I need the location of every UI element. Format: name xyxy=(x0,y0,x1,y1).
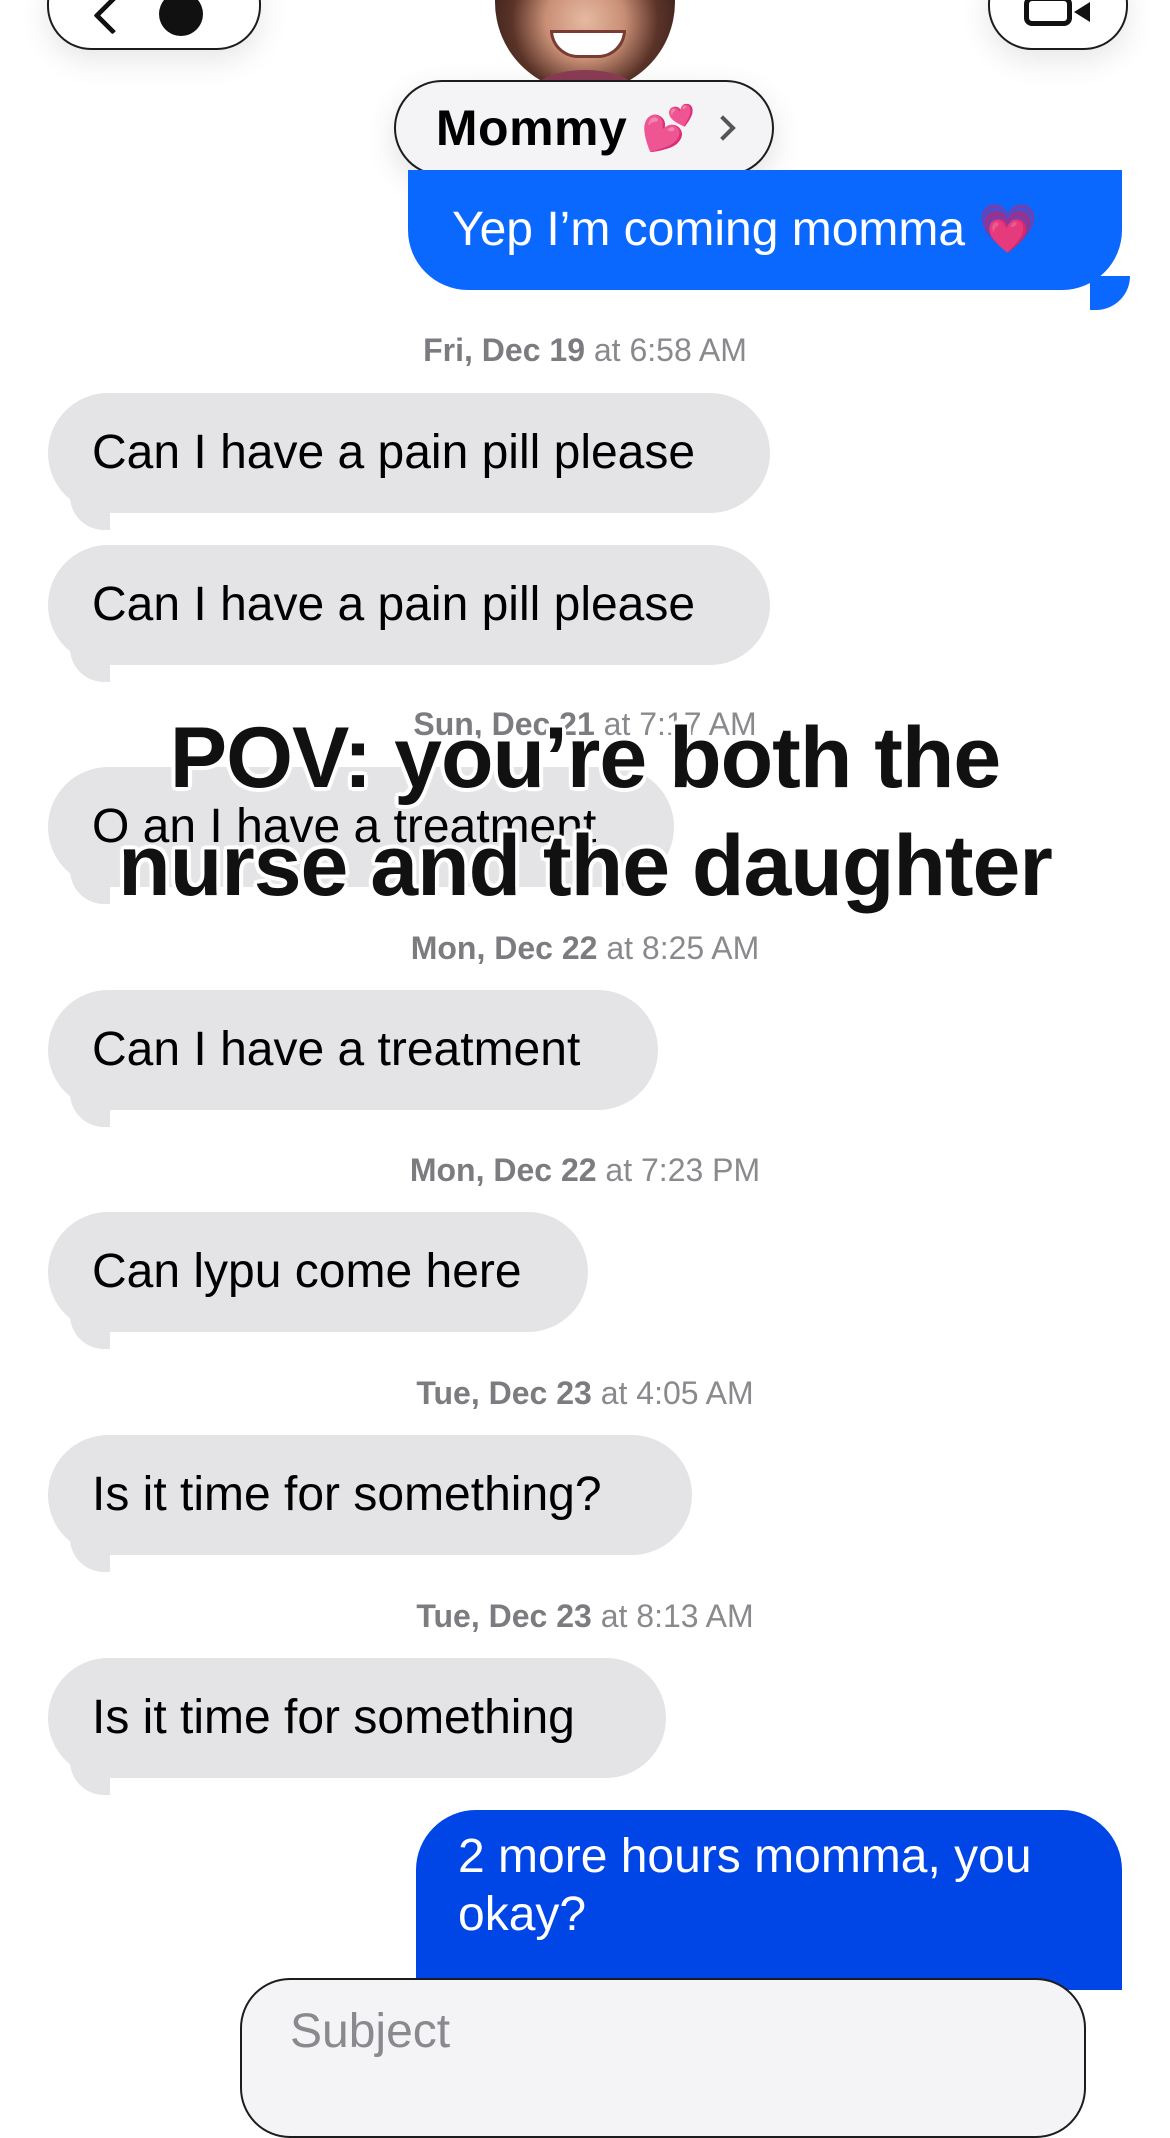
chevron-left-icon xyxy=(93,0,132,35)
unread-count-badge xyxy=(159,0,203,36)
incoming-message[interactable]: Can lypu come here xyxy=(48,1212,588,1332)
subject-field[interactable]: Subject xyxy=(240,1978,1086,2138)
video-camera-icon xyxy=(1024,0,1072,26)
heart-emoji-icon: 💕 xyxy=(641,104,697,153)
incoming-message[interactable]: Can I have a treatment xyxy=(48,990,658,1110)
timestamp: Tue, Dec 23 at 4:05 AM xyxy=(416,1375,754,1411)
timestamp: Mon, Dec 22 at 8:25 AM xyxy=(410,930,760,966)
incoming-message[interactable]: Is it time for something? xyxy=(48,1435,692,1555)
incoming-message[interactable]: Can I have a pain pill please xyxy=(48,545,770,665)
facetime-video-button[interactable] xyxy=(988,0,1128,50)
timestamp: Fri, Dec 19 at 6:58 AM xyxy=(423,332,747,368)
incoming-message[interactable]: Is it time for something xyxy=(48,1658,666,1778)
subject-placeholder: Subject xyxy=(290,2005,451,2058)
incoming-message[interactable]: Can I have a pain pill please xyxy=(48,393,770,513)
contact-name-button[interactable]: Mommy 💕 xyxy=(394,80,774,176)
contact-avatar[interactable] xyxy=(495,0,675,92)
timestamp: Tue, Dec 23 at 8:13 AM xyxy=(416,1598,754,1634)
outgoing-message[interactable]: 2 more hours momma, you okay? xyxy=(416,1810,1122,1990)
back-button[interactable] xyxy=(47,0,261,50)
outgoing-message[interactable]: Yep I’m coming momma 💗 xyxy=(408,170,1122,290)
chevron-right-icon xyxy=(710,115,736,141)
overlay-caption-line-1: POV: you’re both the xyxy=(169,710,1002,806)
overlay-caption-line-2: nurse and the daughter xyxy=(118,818,1053,914)
timestamp: Mon, Dec 22 at 7:23 PM xyxy=(409,1152,761,1188)
contact-name: Mommy xyxy=(435,100,628,156)
